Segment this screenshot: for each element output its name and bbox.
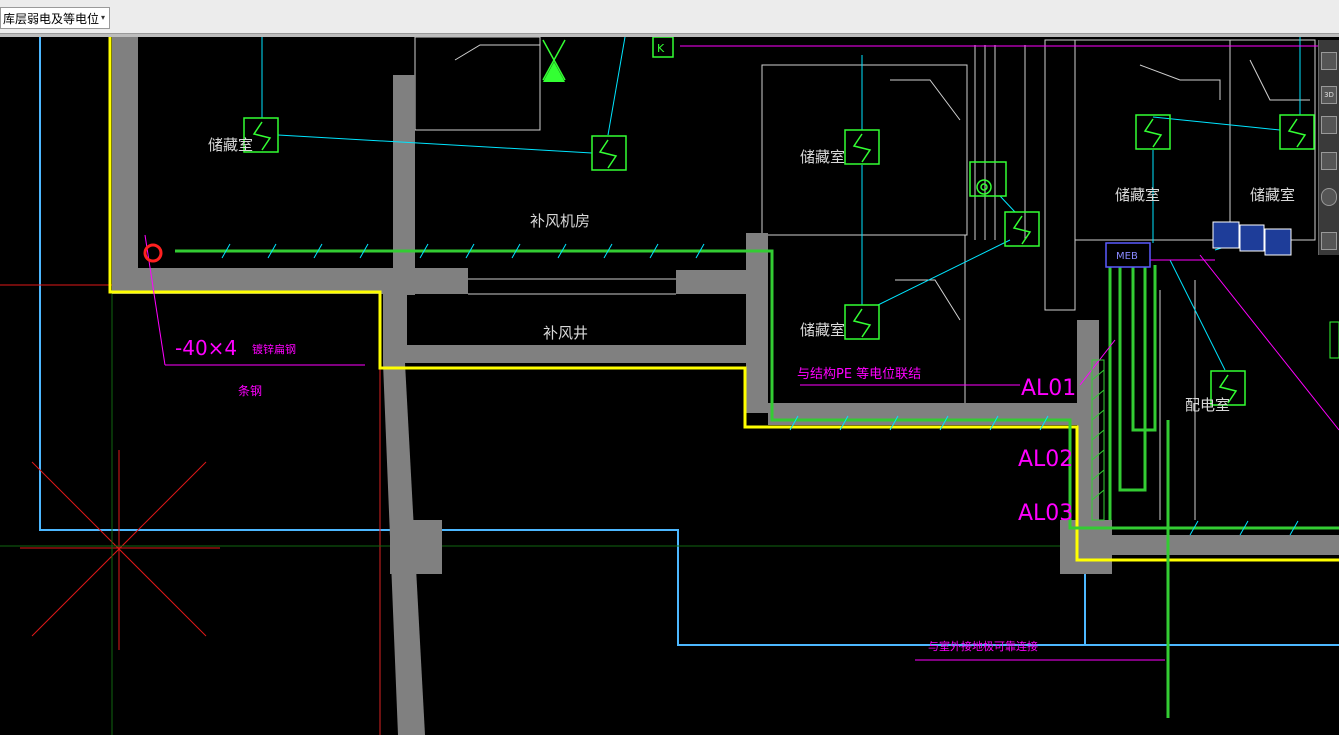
feeder-label-al03: AL03	[1018, 501, 1073, 526]
room-label-power-room: 配电室	[1185, 396, 1230, 414]
device-symbol	[1004, 211, 1040, 247]
device-symbol	[1135, 114, 1171, 150]
room-label-shaft: 补风井	[543, 324, 588, 342]
room-label-storage-5: 储藏室	[1250, 186, 1295, 204]
room-label-storage-4: 储藏室	[1115, 186, 1160, 204]
nav-extents-button[interactable]	[1321, 232, 1337, 250]
nav-viewcube-button[interactable]	[1321, 116, 1337, 134]
feeder-label-al02: AL02	[1018, 447, 1073, 472]
annotation-bottom-note: 与室外接地极可靠连接	[928, 639, 1038, 653]
device-symbol	[591, 135, 627, 171]
layer-name-label: 库层弱电及等电位	[3, 11, 100, 26]
room-label-fan-room: 补风机房	[530, 212, 590, 230]
nav-zoom-button[interactable]	[1321, 188, 1337, 206]
meb-label: MEB	[1116, 251, 1138, 262]
navigation-bar: 3D	[1318, 40, 1339, 255]
k-box-label: K	[657, 42, 665, 55]
annotation-steel-bar-tail: 镀锌扁钢	[252, 342, 296, 356]
room-label-storage-1: 储藏室	[208, 136, 253, 154]
annotation-cable-note: 与结构PE 等电位联结	[797, 366, 921, 382]
nav-3d-button[interactable]: 3D	[1321, 86, 1337, 104]
nav-orbit-button[interactable]	[1321, 52, 1337, 70]
device-symbol	[844, 304, 880, 340]
selection-icons[interactable]	[1212, 221, 1292, 256]
device-symbol	[1279, 114, 1315, 150]
edge-device	[1329, 321, 1339, 359]
chevron-down-icon: ▾	[100, 13, 105, 22]
top-toolbar: 库层弱电及等电位 ▾	[0, 0, 1339, 34]
annotation-steel-bar: -40×4	[175, 336, 237, 360]
nav-pan-button[interactable]	[1321, 152, 1337, 170]
room-label-storage-3: 储藏室	[800, 321, 845, 339]
device-symbol	[844, 129, 880, 165]
room-label-storage-2: 储藏室	[800, 148, 845, 166]
annotation-lower: 条钢	[238, 384, 262, 398]
feeder-label-al01: AL01	[1021, 376, 1076, 401]
meb-box[interactable]: MEB	[1105, 242, 1151, 268]
drawing-canvas[interactable]: K MEB 储藏室 补风机房 补风井 储藏室 储藏室 储藏室 储藏室 配电室 -…	[0, 37, 1339, 735]
triangle-device[interactable]	[542, 39, 566, 82]
layer-dropdown[interactable]: 库层弱电及等电位 ▾	[0, 7, 110, 29]
